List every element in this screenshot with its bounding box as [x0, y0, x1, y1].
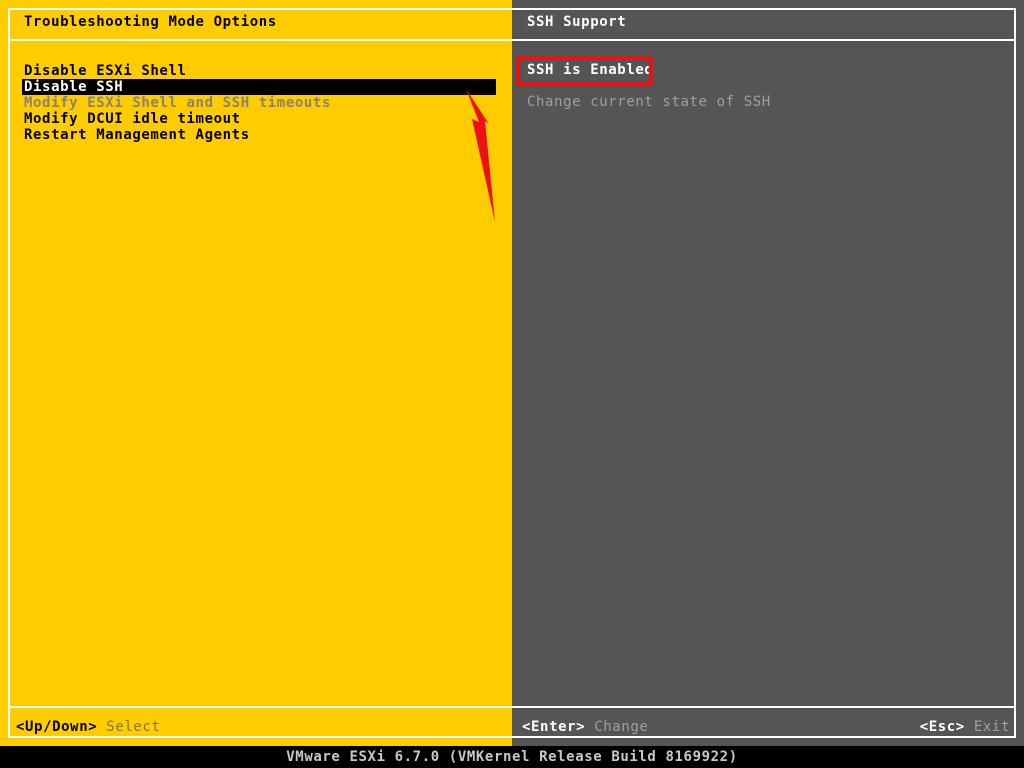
menu-item-modify-dcui-idle-timeout[interactable]: Modify DCUI idle timeout [0, 111, 512, 127]
ssh-support-panel: SSH Support SSH is Enabled Change curren… [502, 0, 1024, 746]
troubleshooting-options-panel: Troubleshooting Mode Options Disable ESX… [0, 0, 528, 746]
dcui-screen: Troubleshooting Mode Options Disable ESX… [0, 0, 1024, 768]
enter-key-action: Change [594, 719, 649, 735]
enter-key-label: <Enter> [522, 719, 586, 735]
menu-item-modify-shell-ssh-timeouts: Modify ESXi Shell and SSH timeouts [0, 95, 512, 111]
left-footer-hint: <Up/Down> Select [16, 719, 160, 735]
left-header-divider [10, 39, 512, 41]
esc-key-action: Exit [973, 719, 1010, 735]
esc-key-label: <Esc> [919, 719, 965, 735]
status-bar: VMware ESXi 6.7.0 (VMKernel Release Buil… [0, 746, 1024, 768]
updown-key-action: Select [106, 719, 161, 735]
right-footer-divider [512, 706, 1016, 708]
menu-item-label: Disable SSH [24, 79, 124, 95]
menu-item-disable-esxi-shell[interactable]: Disable ESXi Shell [0, 63, 512, 79]
right-panel-border [502, 8, 1016, 738]
esc-key-hint: <Esc> Exit [920, 719, 1010, 735]
menu-item-label: Restart Management Agents [24, 127, 250, 143]
menu-item-restart-management-agents[interactable]: Restart Management Agents [0, 127, 512, 143]
troubleshooting-menu[interactable]: Disable ESXi Shell Disable SSH Modify ES… [0, 63, 512, 143]
menu-item-label: Disable ESXi Shell [24, 63, 187, 79]
menu-item-label: Modify ESXi Shell and SSH timeouts [24, 95, 331, 111]
detail-panel-title: SSH Support [527, 14, 627, 30]
enter-key-hint: <Enter> Change [522, 719, 648, 735]
menu-item-disable-ssh[interactable]: Disable SSH [0, 79, 512, 95]
ssh-description: Change current state of SSH [527, 94, 771, 110]
page-title: Troubleshooting Mode Options [24, 14, 277, 30]
right-header-divider [512, 39, 1016, 41]
ssh-status-badge: SSH is Enabled [527, 62, 654, 78]
esxi-version-text: VMware ESXi 6.7.0 (VMKernel Release Buil… [286, 749, 738, 765]
updown-key-label: <Up/Down> [16, 719, 98, 735]
menu-item-label: Modify DCUI idle timeout [24, 111, 241, 127]
left-footer-divider [10, 706, 512, 708]
